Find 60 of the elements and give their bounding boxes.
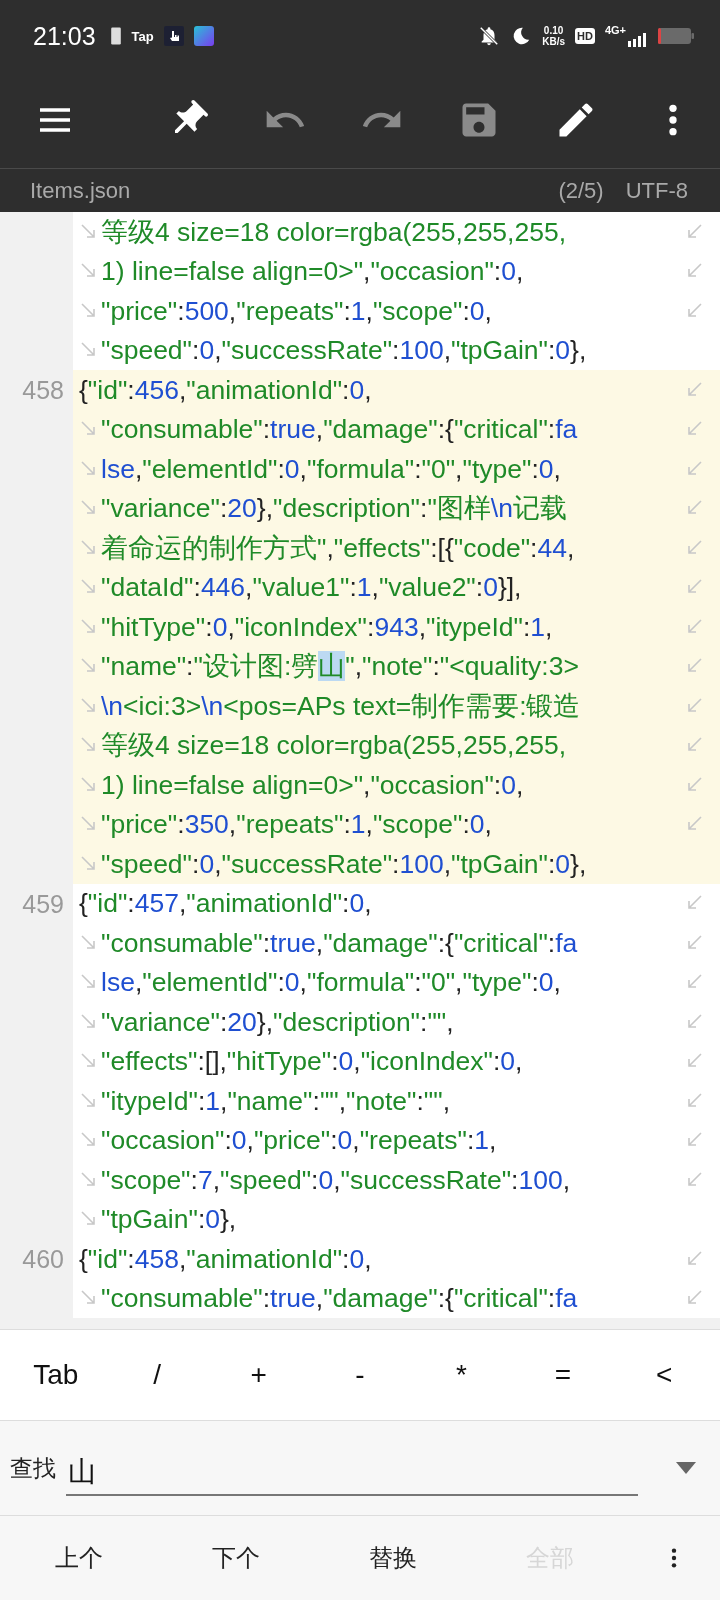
- code-line: "name":"设计图:劈山","note":"<quality:3>: [101, 650, 579, 684]
- signal-icon: [628, 33, 648, 47]
- hand-pointer-icon: [163, 26, 184, 46]
- code-line: lse,"elementId":0,"formula":"0","type":0,: [101, 966, 561, 1000]
- code-line: "hitType":0,"iconIndex":943,"itypeId":1,: [101, 610, 553, 644]
- dropdown-arrow-icon[interactable]: [676, 1462, 696, 1474]
- network-type: 4G+: [604, 24, 626, 36]
- code-line: "variance":20},"description":"",: [101, 1005, 454, 1039]
- symbol-key[interactable]: <: [613, 1330, 715, 1420]
- clock: 21:03: [33, 21, 96, 51]
- symbol-key[interactable]: +: [207, 1330, 310, 1420]
- code-line: "effects":[],"hitType":0,"iconIndex":0,: [101, 1045, 523, 1079]
- bell-off-icon: [478, 25, 501, 47]
- code-line: "dataId":446,"value1":1,"value2":0}],: [101, 571, 522, 605]
- code-line: "consumable":true,"damage":{"critical":fa: [101, 1282, 578, 1316]
- find-field[interactable]: 山: [66, 1450, 638, 1496]
- line-number: 458: [22, 375, 65, 406]
- code-line: "variance":20},"description":"图样\n记载: [101, 492, 567, 526]
- symbol-key[interactable]: /: [106, 1330, 208, 1420]
- find-action-button[interactable]: 替换: [314, 1528, 471, 1588]
- code-line: 等级4 size=18 color=rgba(255,255,255,: [101, 729, 567, 763]
- hd-badge: HD: [575, 28, 595, 44]
- code-line: "occasion":0,"price":0,"repeats":1,: [101, 1124, 497, 1158]
- symbol-key[interactable]: *: [410, 1330, 513, 1420]
- code-line: lse,"elementId":0,"formula":"0","type":0,: [101, 452, 561, 486]
- find-bar[interactable]: 查找 山: [0, 1420, 720, 1516]
- code-line: "tpGain":0},: [101, 1203, 237, 1237]
- app-notification-label: Tap: [131, 28, 154, 44]
- code-line: \n<ici:3>\n<pos=APs text=制作需要:锻造: [101, 689, 581, 723]
- code-line: {"id":457,"animationId":0,: [79, 887, 372, 921]
- code-line: "consumable":true,"damage":{"critical":fa: [101, 926, 578, 960]
- code-line: "scope":7,"speed":0,"successRate":100,: [101, 1163, 571, 1197]
- find-action-button[interactable]: 下个: [157, 1528, 314, 1588]
- code-line: {"id":456,"animationId":0,: [79, 373, 372, 407]
- more-icon[interactable]: [671, 1547, 677, 1569]
- code-line: 着命运的制作方式","effects":[{"code":44,: [101, 531, 575, 565]
- code-line: "price":500,"repeats":1,"scope":0,: [101, 294, 492, 328]
- battery-icon: [109, 26, 122, 46]
- line-number: 460: [22, 1244, 65, 1275]
- code-line: "itypeId":1,"name":"","note":"",: [101, 1084, 451, 1118]
- code-line: 1) line=false align=0>","occasion":0,: [101, 255, 524, 289]
- line-number: 459: [22, 888, 65, 920]
- app-icon: [193, 26, 214, 46]
- find-label: 查找: [10, 1453, 56, 1483]
- code-line: "price":350,"repeats":1,"scope":0,: [101, 808, 492, 842]
- code-line: {"id":458,"animationId":0,: [79, 1242, 372, 1276]
- file-position: (2/5): [558, 177, 604, 204]
- symbol-key[interactable]: -: [309, 1330, 411, 1420]
- battery-icon: [658, 28, 694, 44]
- file-name: Items.json: [30, 177, 131, 204]
- symbol-key[interactable]: Tab: [5, 1330, 107, 1420]
- code-line: 等级4 size=18 color=rgba(255,255,255,: [101, 215, 567, 249]
- code-line: "consumable":true,"damage":{"critical":fa: [101, 413, 578, 447]
- network-speed: 0.10 KB/s: [542, 25, 565, 47]
- symbol-key[interactable]: =: [512, 1330, 614, 1420]
- file-encoding: UTF-8: [625, 177, 688, 204]
- find-action-button[interactable]: 上个: [0, 1528, 157, 1588]
- code-line: 1) line=false align=0>","occasion":0,: [101, 768, 524, 802]
- code-line: "speed":0,"successRate":100,"tpGain":0},: [101, 334, 587, 368]
- code-line: "speed":0,"successRate":100,"tpGain":0},: [101, 847, 587, 881]
